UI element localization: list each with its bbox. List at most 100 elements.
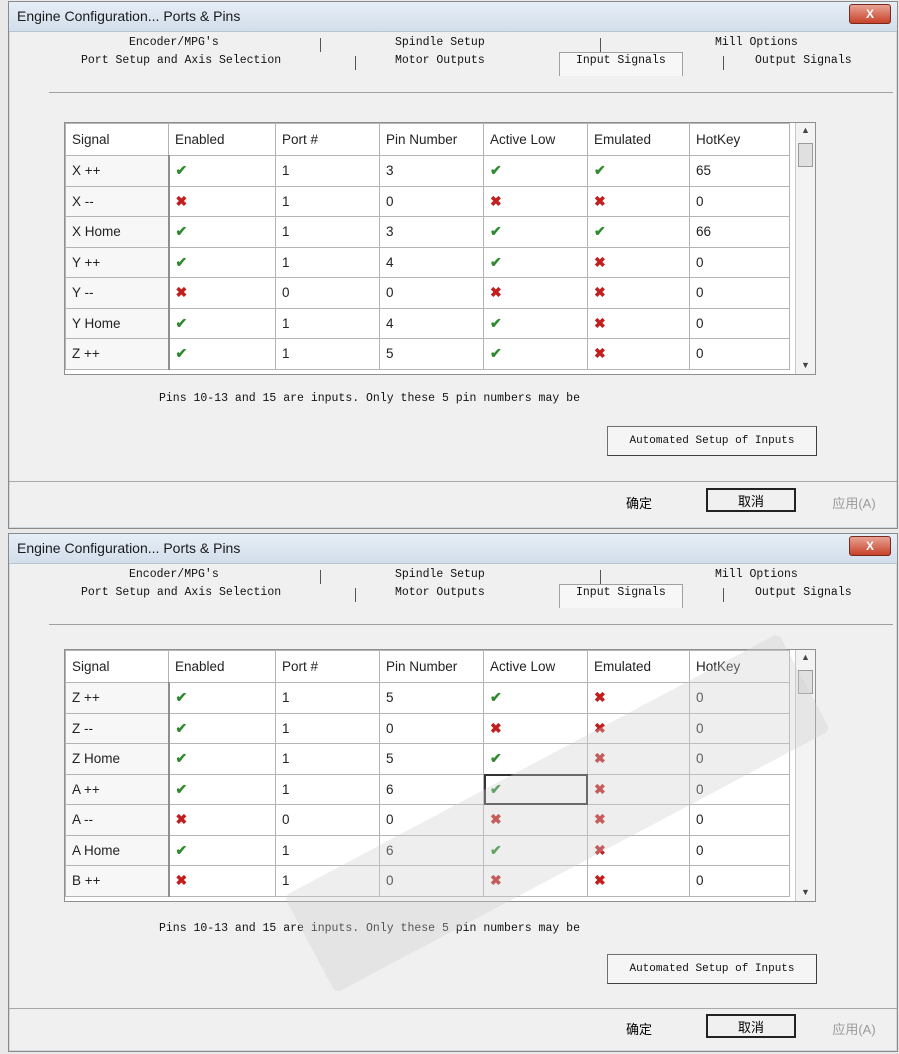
port-cell[interactable]: 1 — [275, 712, 380, 744]
tab-motor-outputs[interactable]: Motor Outputs — [395, 586, 485, 599]
emulated-cell[interactable]: ✔ — [587, 155, 690, 187]
hotkey-cell[interactable]: 0 — [689, 246, 790, 278]
table-row[interactable]: X ++ ✔ 1 3 ✔ ✔ 65 — [65, 155, 790, 187]
apply-button[interactable]: 应用(A) — [809, 1016, 899, 1040]
signal-cell[interactable]: B ++ — [65, 865, 170, 897]
port-cell[interactable]: 1 — [275, 743, 380, 775]
port-cell[interactable]: 1 — [275, 682, 380, 714]
hotkey-cell[interactable]: 0 — [689, 865, 790, 897]
active-low-cell[interactable]: ✔ — [483, 246, 588, 278]
pin-cell[interactable]: 6 — [379, 834, 484, 866]
table-row[interactable]: A -- ✖ 0 0 ✖ ✖ 0 — [65, 804, 790, 836]
table-row[interactable]: B ++ ✖ 1 0 ✖ ✖ 0 — [65, 865, 790, 897]
table-row[interactable]: A Home ✔ 1 6 ✔ ✖ 0 — [65, 834, 790, 866]
emulated-cell[interactable]: ✖ — [587, 682, 690, 714]
emulated-cell[interactable]: ✖ — [587, 834, 690, 866]
tab-input-signals[interactable]: Input Signals — [559, 584, 683, 608]
table-row[interactable]: Y -- ✖ 0 0 ✖ ✖ 0 — [65, 277, 790, 309]
active-low-cell[interactable]: ✔ — [483, 682, 588, 714]
pin-cell[interactable]: 5 — [379, 743, 484, 775]
active-low-cell[interactable]: ✔ — [483, 834, 588, 866]
signal-cell[interactable]: Z ++ — [65, 682, 170, 714]
ok-button[interactable]: 确定 — [594, 490, 684, 514]
grid-scrollbar[interactable]: ▲ ▼ — [795, 650, 815, 901]
table-row[interactable]: A ++ ✔ 1 6 ✔ ✖ 0 — [65, 773, 790, 805]
pin-cell[interactable]: 5 — [379, 338, 484, 370]
pin-cell[interactable]: 0 — [379, 865, 484, 897]
column-header-emulated[interactable]: Emulated — [587, 123, 690, 156]
column-header-active-low[interactable]: Active Low — [483, 650, 588, 683]
cancel-button[interactable]: 取消 — [706, 488, 796, 512]
enabled-cell[interactable]: ✔ — [168, 246, 276, 278]
hotkey-cell[interactable]: 0 — [689, 682, 790, 714]
automated-setup-button[interactable]: Automated Setup of Inputs — [607, 426, 817, 456]
signal-cell[interactable]: Z ++ — [65, 338, 170, 370]
pin-cell[interactable]: 5 — [379, 682, 484, 714]
scroll-up-icon[interactable]: ▲ — [799, 652, 812, 664]
active-low-cell[interactable]: ✔ — [483, 773, 588, 805]
column-header-pin-number[interactable]: Pin Number — [379, 123, 484, 156]
hotkey-cell[interactable]: 66 — [689, 216, 790, 248]
close-button[interactable]: X — [849, 4, 891, 24]
signal-cell[interactable]: Z Home — [65, 743, 170, 775]
emulated-cell[interactable]: ✖ — [587, 865, 690, 897]
signal-cell[interactable]: X ++ — [65, 155, 170, 187]
table-row[interactable]: Y Home ✔ 1 4 ✔ ✖ 0 — [65, 307, 790, 339]
table-row[interactable]: Z ++ ✔ 1 5 ✔ ✖ 0 — [65, 682, 790, 714]
pin-cell[interactable]: 6 — [379, 773, 484, 805]
active-low-cell[interactable]: ✔ — [483, 216, 588, 248]
signal-cell[interactable]: X -- — [65, 185, 170, 217]
tab-mill-options[interactable]: Mill Options — [715, 36, 798, 49]
emulated-cell[interactable]: ✖ — [587, 743, 690, 775]
signal-cell[interactable]: X Home — [65, 216, 170, 248]
hotkey-cell[interactable]: 0 — [689, 743, 790, 775]
scroll-down-icon[interactable]: ▼ — [799, 887, 812, 899]
port-cell[interactable]: 1 — [275, 155, 380, 187]
table-row[interactable]: Y ++ ✔ 1 4 ✔ ✖ 0 — [65, 246, 790, 278]
emulated-cell[interactable]: ✖ — [587, 307, 690, 339]
signal-cell[interactable]: A Home — [65, 834, 170, 866]
apply-button[interactable]: 应用(A) — [809, 490, 899, 514]
column-header-port[interactable]: Port # — [275, 650, 380, 683]
table-row[interactable]: Z -- ✔ 1 0 ✖ ✖ 0 — [65, 712, 790, 744]
tab-spindle-setup[interactable]: Spindle Setup — [395, 36, 485, 49]
column-header-enabled[interactable]: Enabled — [168, 650, 276, 683]
column-header-signal[interactable]: Signal — [65, 123, 169, 156]
close-button[interactable]: X — [849, 536, 891, 556]
column-header-port[interactable]: Port # — [275, 123, 380, 156]
pin-cell[interactable]: 0 — [379, 804, 484, 836]
port-cell[interactable]: 1 — [275, 865, 380, 897]
enabled-cell[interactable]: ✔ — [168, 773, 276, 805]
port-cell[interactable]: 0 — [275, 804, 380, 836]
pin-cell[interactable]: 3 — [379, 155, 484, 187]
pin-cell[interactable]: 4 — [379, 307, 484, 339]
enabled-cell[interactable]: ✔ — [168, 743, 276, 775]
emulated-cell[interactable]: ✖ — [587, 338, 690, 370]
port-cell[interactable]: 1 — [275, 773, 380, 805]
signal-cell[interactable]: A -- — [65, 804, 170, 836]
tab-output-signals[interactable]: Output Signals — [755, 586, 852, 599]
enabled-cell[interactable]: ✔ — [168, 307, 276, 339]
emulated-cell[interactable]: ✖ — [587, 277, 690, 309]
table-row[interactable]: X -- ✖ 1 0 ✖ ✖ 0 — [65, 185, 790, 217]
pin-cell[interactable]: 0 — [379, 712, 484, 744]
pin-cell[interactable]: 0 — [379, 185, 484, 217]
scroll-up-icon[interactable]: ▲ — [799, 125, 812, 137]
scroll-thumb[interactable] — [798, 670, 813, 694]
tab-port-setup[interactable]: Port Setup and Axis Selection — [81, 54, 281, 67]
column-header-hotkey[interactable]: HotKey — [689, 123, 790, 156]
active-low-cell[interactable]: ✖ — [483, 277, 588, 309]
column-header-emulated[interactable]: Emulated — [587, 650, 690, 683]
hotkey-cell[interactable]: 65 — [689, 155, 790, 187]
signal-cell[interactable]: Y ++ — [65, 246, 170, 278]
hotkey-cell[interactable]: 0 — [689, 834, 790, 866]
hotkey-cell[interactable]: 0 — [689, 773, 790, 805]
column-header-active-low[interactable]: Active Low — [483, 123, 588, 156]
active-low-cell[interactable]: ✔ — [483, 743, 588, 775]
column-header-hotkey[interactable]: HotKey — [689, 650, 790, 683]
table-row[interactable]: Z ++ ✔ 1 5 ✔ ✖ 0 — [65, 338, 790, 370]
enabled-cell[interactable]: ✔ — [168, 216, 276, 248]
column-header-enabled[interactable]: Enabled — [168, 123, 276, 156]
scroll-down-icon[interactable]: ▼ — [799, 360, 812, 372]
tab-motor-outputs[interactable]: Motor Outputs — [395, 54, 485, 67]
